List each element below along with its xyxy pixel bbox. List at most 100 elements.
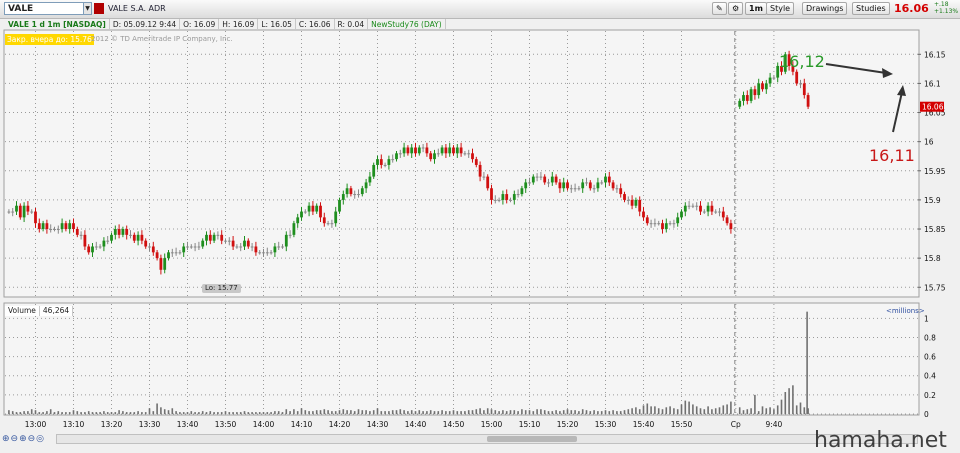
candle-body <box>338 199 341 212</box>
candle-body <box>577 188 581 190</box>
volume-bar <box>53 412 56 414</box>
volume-bar <box>414 411 417 414</box>
volume-bar <box>384 411 386 414</box>
volume-bar <box>156 403 158 414</box>
time-tick-label: Ср <box>731 420 741 429</box>
candle-body <box>569 188 573 190</box>
volume-bar <box>342 409 345 414</box>
time-tick-label: 13:20 <box>101 420 123 429</box>
candle-body <box>630 199 634 206</box>
volume-bar <box>61 412 63 414</box>
volume-bar <box>631 408 633 414</box>
volume-bar <box>437 411 440 414</box>
volume-bar <box>137 411 139 414</box>
candle-body <box>710 205 714 212</box>
candle-body <box>83 234 87 247</box>
candle-body <box>193 246 197 248</box>
price-tick-label: 16.15 <box>924 50 946 59</box>
price-tick-label: 15.95 <box>924 167 946 176</box>
candle-body <box>604 176 607 183</box>
candle-body <box>64 223 68 230</box>
candle-body <box>15 205 18 212</box>
scroll-thumb[interactable] <box>487 436 577 442</box>
volume-bar <box>357 409 360 414</box>
volume-bar <box>353 411 356 414</box>
volume-bar <box>84 412 86 414</box>
time-tick-label: 13:50 <box>215 420 237 429</box>
candle-body <box>764 83 768 90</box>
info-open: O: 16.09 <box>180 19 220 30</box>
volume-tick-label: 0.8 <box>924 333 936 342</box>
volume-bar <box>399 409 402 414</box>
volume-bar <box>281 412 284 414</box>
candle-body <box>398 153 402 155</box>
candle-body <box>258 252 262 254</box>
volume-tick-label: 0 <box>924 410 929 419</box>
volume-bar <box>228 412 231 414</box>
candle-body <box>528 182 531 184</box>
volume-bar <box>788 388 790 414</box>
candle-body <box>619 188 623 195</box>
info-close: C: 16.06 <box>296 19 335 30</box>
volume-bar <box>422 411 424 414</box>
candle-body <box>501 194 505 200</box>
volume-bar <box>646 403 649 414</box>
candle-body <box>300 211 303 218</box>
volume-bar <box>99 412 101 414</box>
volume-bar <box>593 410 595 414</box>
candle-body <box>79 234 83 236</box>
volume-bar <box>780 399 783 414</box>
candle-body <box>410 147 414 154</box>
annotation-16-11: 16,11 <box>869 146 915 165</box>
candle-body <box>753 89 757 96</box>
volume-bar <box>616 411 618 414</box>
volume-bar <box>410 410 413 414</box>
volume-bar <box>65 412 67 414</box>
candle-body <box>585 182 588 184</box>
candle-body <box>372 164 376 177</box>
candle-body <box>235 246 239 248</box>
volume-bar <box>239 412 242 414</box>
candle-body <box>148 246 151 248</box>
volume-tick-label: 0.4 <box>924 372 936 381</box>
volume-bar <box>247 412 250 414</box>
candle-body <box>125 229 129 235</box>
time-scrollbar[interactable] <box>56 434 918 444</box>
volume-bar <box>475 409 478 414</box>
candle-body <box>467 153 471 155</box>
volume-bar <box>714 408 717 414</box>
volume-bar <box>654 406 656 414</box>
candle-body <box>799 83 802 85</box>
candle-body <box>56 229 60 231</box>
volume-bar <box>543 410 546 414</box>
candle-body <box>220 234 224 241</box>
time-tick-label: 15:00 <box>481 420 503 429</box>
candle-body <box>592 188 596 190</box>
time-tick-label: 15:50 <box>671 420 693 429</box>
volume-bar <box>312 411 314 414</box>
candle-body <box>231 240 235 247</box>
volume-bar <box>232 412 234 414</box>
volume-bar <box>23 411 25 414</box>
volume-bar <box>327 410 329 414</box>
study-label[interactable]: NewStudy76 (DAY) <box>368 19 446 30</box>
candle-body <box>474 159 478 165</box>
volume-bar <box>769 407 771 414</box>
volume-bar <box>464 411 466 414</box>
candle-body <box>649 223 653 225</box>
volume-bar <box>258 412 261 414</box>
candle-body <box>638 199 642 212</box>
candle-body <box>254 246 258 253</box>
zoom-controls[interactable]: ⊕⊖⊕⊖◎ <box>2 434 45 444</box>
volume-bar <box>471 410 474 414</box>
volume-bar <box>574 410 576 414</box>
candle-body <box>562 182 566 189</box>
candle-body <box>170 252 174 254</box>
candle-body <box>588 182 592 189</box>
candle-body <box>250 246 254 248</box>
volume-bar <box>380 411 383 414</box>
volume-bar <box>11 411 14 414</box>
volume-bar <box>765 408 768 414</box>
volume-bar <box>376 408 379 414</box>
candle-body <box>273 246 277 253</box>
